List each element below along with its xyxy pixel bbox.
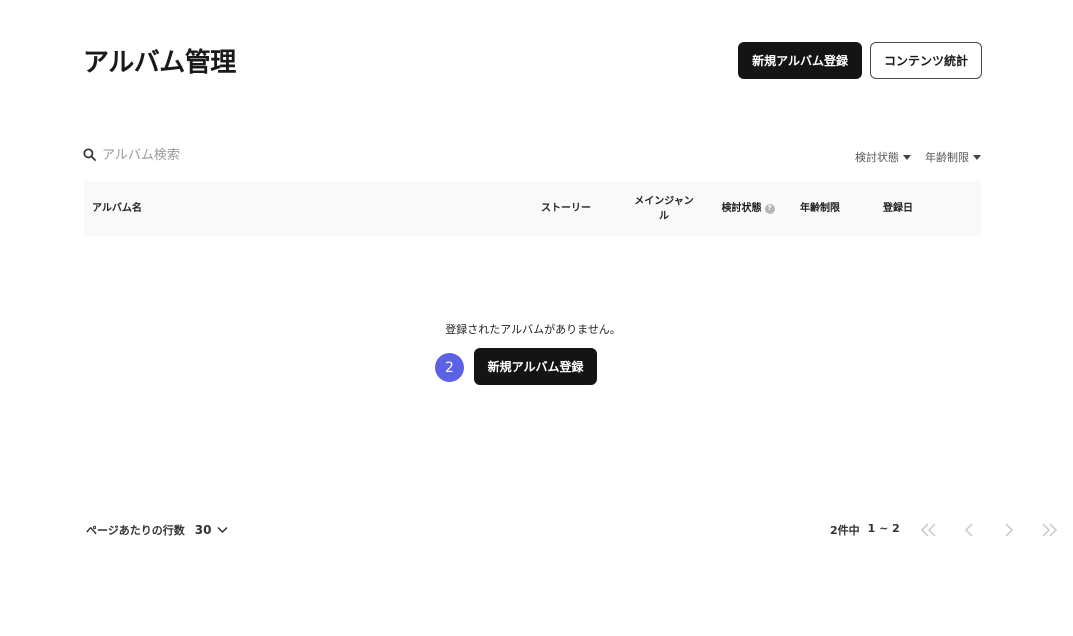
- empty-state-message: 登録されたアルバムがありません。: [445, 323, 621, 336]
- caret-down-icon: [903, 154, 911, 160]
- column-main-genre[interactable]: メインジャンル: [632, 181, 696, 236]
- pagination-info: 2件中 1 ~ 2: [830, 522, 900, 538]
- column-review-status[interactable]: 検討状態 ?: [720, 181, 776, 236]
- filter-label: 年齢制限: [925, 151, 969, 164]
- filter-bar: 検討状態 年齢制限: [855, 149, 981, 165]
- double-chevron-left-icon: [920, 523, 936, 537]
- page-title: アルバム管理: [83, 48, 236, 78]
- column-story[interactable]: ストーリー: [534, 181, 598, 236]
- column-album-name[interactable]: アルバム名: [92, 181, 142, 236]
- caret-down-icon: [973, 154, 981, 160]
- step-badge: 2: [435, 353, 464, 382]
- album-management-page: アルバム管理 新規アルバム登録 コンテンツ統計 検討状態 年齢制限 アルバム名 …: [0, 0, 1073, 636]
- empty-state-new-album-button[interactable]: 新規アルバム登録: [474, 348, 597, 385]
- prev-page-button[interactable]: [952, 517, 986, 543]
- column-age-limit[interactable]: 年齢制限: [798, 181, 842, 236]
- column-registered-date[interactable]: 登録日: [880, 181, 916, 236]
- chevron-down-icon: [217, 524, 229, 537]
- new-album-button[interactable]: 新規アルバム登録: [738, 42, 862, 79]
- filter-label: 検討状態: [855, 151, 899, 164]
- rows-per-page-selector[interactable]: ページあたりの行数 30: [86, 522, 229, 538]
- table-header: アルバム名 ストーリー メインジャンル 検討状態 ? 年齢制限 登録日: [84, 181, 982, 236]
- chevron-left-icon: [964, 523, 973, 537]
- next-page-button[interactable]: [992, 517, 1026, 543]
- rows-per-page-label: ページあたりの行数: [86, 524, 185, 537]
- first-page-button[interactable]: [912, 517, 946, 543]
- double-chevron-right-icon: [1042, 523, 1058, 537]
- column-label: 検討状態: [721, 203, 762, 214]
- age-limit-filter[interactable]: 年齢制限: [925, 149, 981, 165]
- content-stats-button[interactable]: コンテンツ統計: [869, 42, 982, 79]
- pagination-nav: [912, 517, 1066, 543]
- rows-per-page-value: 30: [194, 523, 212, 537]
- search-bar: [83, 146, 302, 165]
- search-icon: [83, 146, 96, 165]
- chevron-right-icon: [1005, 523, 1014, 537]
- page-range: 1 ~ 2: [867, 522, 900, 535]
- help-icon[interactable]: ?: [764, 203, 775, 214]
- review-status-filter[interactable]: 検討状態: [855, 149, 911, 165]
- header-actions: 新規アルバム登録 コンテンツ統計: [738, 42, 982, 79]
- album-search-input[interactable]: [102, 148, 302, 163]
- total-count: 2件中: [830, 524, 860, 537]
- last-page-button[interactable]: [1032, 517, 1066, 543]
